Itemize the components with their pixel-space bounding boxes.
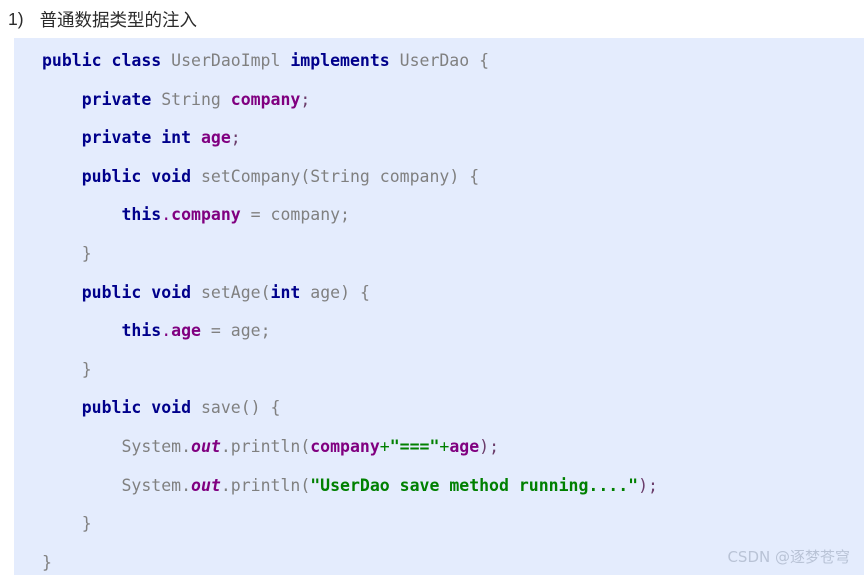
code-line: public void setAge(int age) { <box>14 274 864 313</box>
code-token: System. <box>121 436 192 456</box>
code-token: private <box>81 128 152 148</box>
code-token: } <box>81 514 92 534</box>
section-heading: 1) 普通数据类型的注入 <box>0 0 864 38</box>
code-line: public void setCompany(String company) { <box>14 158 864 197</box>
code-token: UserDaoImpl <box>161 51 291 70</box>
code-token: + <box>379 436 390 456</box>
code-token: String <box>151 89 231 109</box>
code-token: setCompany(String company) { <box>191 166 480 186</box>
code-token: save() { <box>191 398 281 418</box>
code-line: public class UserDaoImpl implements User… <box>14 42 864 81</box>
code-token: this <box>121 205 162 225</box>
code-token: int <box>161 128 192 148</box>
code-token: UserDao { <box>389 51 490 70</box>
code-token: int <box>270 282 301 302</box>
code-token: implements <box>290 51 390 70</box>
code-token: } <box>81 359 92 379</box>
code-line: public void save() { <box>14 389 864 428</box>
code-token: public <box>81 398 142 418</box>
section-heading-marker: 1) <box>8 8 24 29</box>
code-token: ; <box>230 128 241 148</box>
section-heading-text: 普通数据类型的注入 <box>39 10 198 31</box>
code-token: . <box>161 205 172 225</box>
code-line: } <box>14 505 864 544</box>
code-token: age <box>200 128 231 148</box>
code-token: public <box>42 51 102 70</box>
code-token: .println( <box>220 436 311 456</box>
code-token: = company; <box>240 205 350 225</box>
code-token: age <box>449 436 480 456</box>
code-token: . <box>161 321 172 341</box>
code-token: out <box>191 436 221 456</box>
code-token: public <box>81 166 142 186</box>
code-token: .println( <box>220 475 311 495</box>
code-token: } <box>42 552 52 572</box>
code-token: void <box>151 282 192 302</box>
code-token: void <box>151 166 192 186</box>
code-token: company <box>230 89 301 109</box>
code-token: age <box>171 321 201 341</box>
code-token: this <box>121 321 162 341</box>
code-token: ; <box>300 89 311 109</box>
code-line: private String company; <box>14 81 864 120</box>
code-token: out <box>191 475 221 495</box>
code-token: age) { <box>300 282 370 302</box>
code-line: private int age; <box>14 119 864 158</box>
code-token: ); <box>479 436 500 456</box>
code-token: private <box>81 89 152 109</box>
code-token: company <box>171 205 241 225</box>
code-token: void <box>151 398 192 418</box>
code-token: company <box>310 436 380 456</box>
code-token: "UserDao save method running...." <box>310 475 639 495</box>
code-token: setAge( <box>191 282 271 302</box>
code-token: System. <box>121 475 192 495</box>
code-token: ); <box>638 475 658 495</box>
code-token: "===" <box>389 436 440 456</box>
code-block: public class UserDaoImpl implements User… <box>14 38 864 575</box>
code-line: System.out.println("UserDao save method … <box>14 467 864 506</box>
code-token: public <box>81 282 142 302</box>
code-line: System.out.println(company+"==="+age); <box>14 428 864 467</box>
code-line: } <box>14 235 864 274</box>
code-line: } <box>14 544 864 575</box>
code-line: } <box>14 351 864 390</box>
code-line: this.age = age; <box>14 312 864 351</box>
code-token: } <box>81 243 92 263</box>
code-line: this.company = company; <box>14 196 864 235</box>
code-token: + <box>439 436 450 456</box>
code-token: = age; <box>200 321 271 341</box>
code-listing[interactable]: public class UserDaoImpl implements User… <box>14 42 864 575</box>
code-token: class <box>111 51 162 70</box>
